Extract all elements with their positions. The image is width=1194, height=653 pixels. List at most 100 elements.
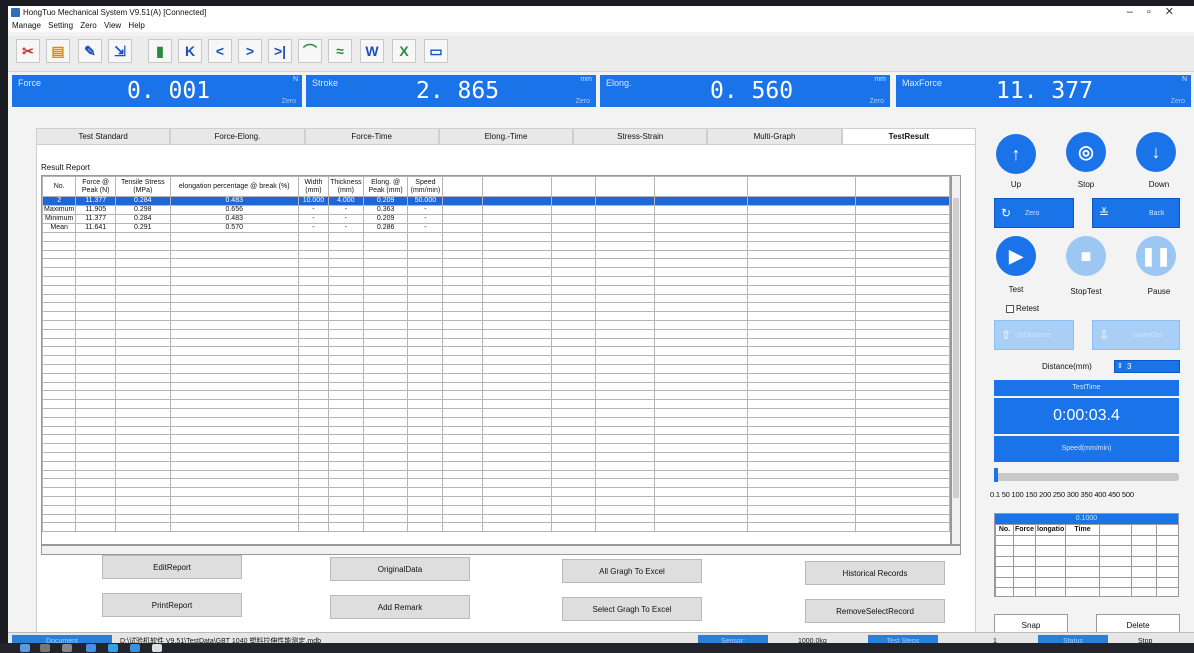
table-row-empty[interactable]: [42, 232, 950, 242]
table-row-empty[interactable]: [42, 311, 950, 321]
table-row-empty[interactable]: [42, 319, 950, 330]
table-row-empty[interactable]: [42, 399, 950, 409]
stop-button[interactable]: ◎: [1066, 132, 1106, 172]
table-row-empty[interactable]: [42, 346, 950, 357]
table-row-empty[interactable]: [42, 363, 950, 374]
close-button[interactable]: ✕: [1165, 6, 1188, 18]
edit-report-button[interactable]: EditReport: [102, 555, 242, 579]
table-row-empty[interactable]: [42, 390, 950, 401]
zero-button[interactable]: ↻ Zero: [994, 198, 1074, 228]
snap-row-empty[interactable]: [995, 555, 1178, 567]
table-row-empty[interactable]: [42, 460, 950, 471]
tab-test-result[interactable]: TestResult: [841, 128, 976, 144]
table-row-empty[interactable]: [42, 302, 950, 313]
add-remark-button[interactable]: Add Remark: [330, 595, 470, 619]
down-distance-button[interactable]: ⇩ DownDist: [1092, 320, 1180, 350]
horizontal-scrollbar[interactable]: [41, 545, 961, 555]
back-button[interactable]: ≚ Back: [1092, 198, 1180, 228]
snap-col-no[interactable]: No.: [995, 524, 1014, 536]
table-row-empty[interactable]: [42, 487, 950, 497]
menu-help[interactable]: Help: [128, 21, 144, 30]
distance-input[interactable]: ⇕ 3: [1114, 360, 1180, 373]
table-row-empty[interactable]: [42, 240, 950, 251]
table-row-empty[interactable]: [42, 495, 950, 506]
table-row-empty[interactable]: [42, 443, 950, 453]
excel-icon[interactable]: X: [392, 39, 416, 63]
down-button[interactable]: ↓: [1136, 132, 1176, 172]
historical-records-button[interactable]: Historical Records: [805, 561, 945, 585]
elong-zero-button[interactable]: Zero: [870, 98, 884, 105]
select-graph-to-excel-button[interactable]: Select Gragh To Excel: [562, 597, 702, 621]
task-view-icon[interactable]: [62, 644, 72, 652]
snap-col-force[interactable]: Force: [1013, 524, 1036, 536]
table-row-empty[interactable]: [42, 355, 950, 365]
word-icon[interactable]: W: [360, 39, 384, 63]
search-icon[interactable]: [40, 644, 50, 652]
col-header-speed[interactable]: Speed (mm/min): [407, 176, 444, 197]
table-row-empty[interactable]: [42, 451, 950, 462]
table-row-empty[interactable]: [42, 513, 950, 524]
table-row-empty[interactable]: [42, 381, 950, 392]
tab-force-elong[interactable]: Force-Elong.: [170, 128, 305, 144]
snap-row-empty[interactable]: [995, 534, 1178, 546]
trash-icon[interactable]: ▮: [148, 39, 172, 63]
remove-select-record-button[interactable]: RemoveSelectRecord: [805, 599, 945, 623]
table-row-empty[interactable]: [42, 267, 950, 277]
tab-test-standard[interactable]: Test Standard: [36, 128, 171, 144]
table-row-empty[interactable]: [42, 275, 950, 286]
table-row-empty[interactable]: [42, 249, 950, 260]
table-row-empty[interactable]: [42, 478, 950, 489]
snap-row-empty[interactable]: [995, 545, 1178, 557]
export-icon[interactable]: ⇲: [108, 39, 132, 63]
table-row[interactable]: Maximum 11.905 0.298 0.656- -0.363-: [42, 205, 950, 215]
tab-stress-strain[interactable]: Stress-Strain: [573, 128, 708, 144]
table-row-empty[interactable]: [42, 328, 950, 339]
monitor-icon[interactable]: ▭: [424, 39, 448, 63]
up-button[interactable]: ↑: [996, 134, 1036, 174]
menu-zero[interactable]: Zero: [80, 21, 96, 30]
table-row[interactable]: Mean 11.641 0.291 0.570- -0.286-: [42, 223, 950, 233]
next-icon[interactable]: >: [238, 39, 262, 63]
pause-button[interactable]: ❚❚: [1136, 236, 1176, 276]
table-row-empty[interactable]: [42, 522, 950, 533]
col-header-force-peak[interactable]: Force @ Peak (N): [75, 176, 117, 197]
folder-icon[interactable]: ▤: [46, 39, 70, 63]
edit-icon[interactable]: ✎: [78, 39, 102, 63]
snap-col-time[interactable]: Time: [1065, 524, 1100, 536]
tab-force-time[interactable]: Force-Time: [304, 128, 439, 144]
maxforce-zero-button[interactable]: Zero: [1171, 98, 1185, 105]
snap-row-empty[interactable]: [995, 587, 1178, 596]
col-header-elong-peak[interactable]: Elong. @ Peak (mm): [362, 176, 409, 197]
snap-row-empty[interactable]: [995, 576, 1178, 588]
test-button[interactable]: ▶: [996, 236, 1036, 276]
app-taskbar-icon[interactable]: [130, 644, 140, 652]
col-header-width[interactable]: Width (mm): [297, 176, 329, 197]
table-row-empty[interactable]: [42, 293, 950, 304]
scissors-icon[interactable]: ✂: [16, 39, 40, 63]
table-row-empty[interactable]: [42, 425, 950, 436]
menu-setting[interactable]: Setting: [48, 21, 73, 30]
up-distance-button[interactable]: ⇧ UpDistance: [994, 320, 1074, 350]
browser-icon[interactable]: [108, 644, 118, 652]
table-row-empty[interactable]: [42, 337, 950, 348]
table-row-empty[interactable]: [42, 416, 950, 427]
table-row-empty[interactable]: [42, 434, 950, 445]
speed-slider-thumb[interactable]: [994, 468, 998, 482]
taskbar-icon[interactable]: [152, 644, 162, 652]
table-row-empty[interactable]: [42, 504, 950, 515]
table-row-empty[interactable]: [42, 372, 950, 383]
table-row-empty[interactable]: [42, 258, 950, 269]
multicurve-icon[interactable]: ≈: [328, 39, 352, 63]
first-icon[interactable]: K: [178, 39, 202, 63]
vertical-scrollbar[interactable]: [951, 175, 961, 545]
snap-col-elongation[interactable]: longatio: [1035, 524, 1066, 536]
snap-row-empty[interactable]: [995, 566, 1178, 578]
tab-multi-graph[interactable]: Multi-Graph: [707, 128, 842, 144]
scrollbar-thumb[interactable]: [953, 198, 959, 498]
stroke-zero-button[interactable]: Zero: [576, 98, 590, 105]
table-row[interactable]: Minimum 11.377 0.284 0.483- -0.209-: [42, 214, 950, 224]
prev-icon[interactable]: <: [208, 39, 232, 63]
stepper-icon[interactable]: ⇕: [1117, 361, 1123, 372]
original-data-button[interactable]: OriginalData: [330, 557, 470, 581]
col-header-thickness[interactable]: Thickness (mm): [327, 176, 364, 197]
